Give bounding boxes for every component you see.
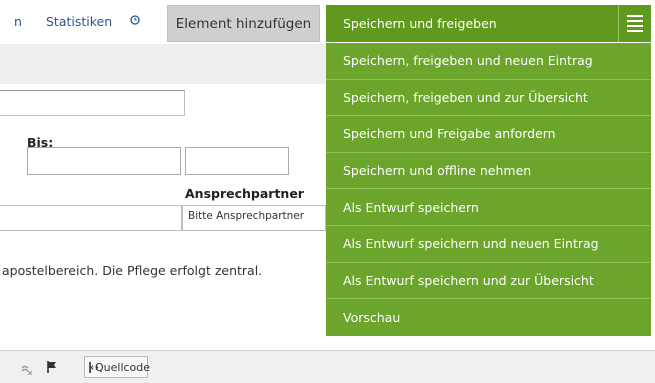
add-element-label: Element hinzufügen (175, 15, 312, 32)
quellcode-button[interactable]: Quellcode (84, 356, 151, 378)
row-divider (0, 205, 326, 206)
add-element-button[interactable]: Element hinzufügen (167, 5, 320, 42)
menu-item-save-draft-overview[interactable]: Als Entwurf speichern und zur Übersicht (326, 262, 651, 300)
text-input-left[interactable] (0, 205, 182, 231)
menu-item-save-offline[interactable]: Speichern und offline nehmen (326, 152, 651, 190)
menu-item-preview[interactable]: Vorschau (326, 299, 651, 336)
menu-item-save-publish-new[interactable]: Speichern, freigeben und neuen Eintrag (326, 43, 651, 80)
divider (0, 90, 185, 91)
text-input-top[interactable] (0, 90, 185, 116)
save-and-publish-button[interactable]: Speichern und freigeben (326, 5, 651, 42)
menu-item-save-request-approval[interactable]: Speichern und Freigabe anfordern (326, 116, 651, 153)
bis-time-input[interactable] (185, 147, 289, 175)
info-text: apostelbereich. Die Pflege erfolgt zentr… (2, 263, 263, 278)
content-header-band (0, 44, 326, 84)
menu-item-save-draft[interactable]: Als Entwurf speichern (326, 189, 651, 226)
save-and-publish-label: Speichern und freigeben (343, 16, 497, 31)
tab-statistiken[interactable]: Statistiken (46, 14, 112, 29)
flag-icon[interactable] (46, 361, 58, 373)
ansprechpartner-select[interactable]: Bitte Ansprechpartner (182, 205, 326, 231)
bis-date-input[interactable] (27, 147, 181, 175)
save-options-menu: Speichern, freigeben und neuen Eintrag S… (326, 43, 651, 336)
quellcode-label: Quellcode (95, 360, 151, 374)
hamburger-menu-icon[interactable] (618, 5, 651, 42)
ansprechpartner-label: Ansprechpartner (185, 186, 304, 201)
menu-item-save-draft-new[interactable]: Als Entwurf speichern und neuen Eintrag (326, 225, 651, 263)
clock-icon[interactable] (130, 15, 140, 25)
spellcheck-icon[interactable] (21, 363, 33, 375)
tab-partial[interactable]: n (14, 14, 22, 29)
menu-item-save-publish-overview[interactable]: Speichern, freigeben und zur Übersicht (326, 79, 651, 117)
source-code-icon (89, 361, 99, 373)
